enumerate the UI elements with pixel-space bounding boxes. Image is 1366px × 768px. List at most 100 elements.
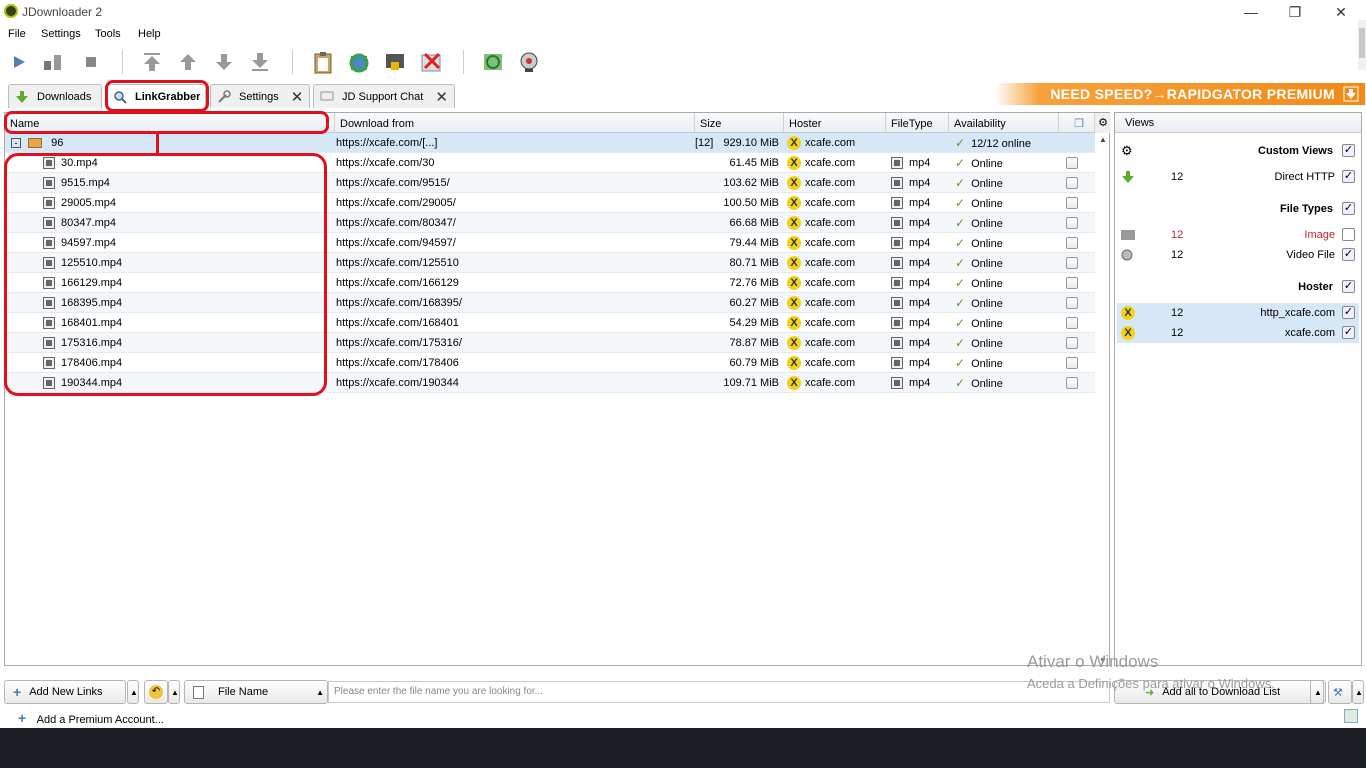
add-new-links-button[interactable]: + Add New Links [4,680,126,704]
start-icon[interactable] [6,48,32,76]
col-download-from[interactable]: Download from [335,113,695,133]
tools-icon[interactable]: ⚒ [1328,680,1352,704]
hoster-checkbox[interactable]: ✓ [1342,280,1355,293]
http-xcafe-checkbox[interactable]: ✓ [1342,306,1355,319]
collapse-icon[interactable]: - [11,138,21,149]
views-title: Views [1115,113,1361,133]
file-hoster: xcafe.com [805,217,856,229]
col-availability[interactable]: Availability [949,113,1059,133]
tab-settings-label: Settings [239,90,279,103]
annotation-files-highlight [4,153,327,396]
filetype-icon [891,317,903,330]
scroll-up-icon[interactable]: ▲ [1099,135,1107,144]
undo-icon[interactable]: ↶ [144,680,168,704]
undo-menu-arrow[interactable]: ▲ [168,680,180,704]
file-url: https://xcafe.com/9515/ [336,177,450,189]
xcafe-hoster-icon: X [787,236,801,251]
menu-tools[interactable]: Tools [95,28,121,40]
view-http-xcafe[interactable]: X 12 http_xcafe.com ✓ [1117,303,1359,323]
clear-icon[interactable] [418,48,444,76]
tab-support-chat[interactable]: JD Support Chat ✕ [313,84,455,108]
move-bottom-icon[interactable] [247,48,273,76]
pause-icon[interactable] [40,48,66,76]
premium-icon[interactable] [382,48,408,76]
view-xcafe[interactable]: X 12 xcafe.com ✓ [1117,323,1359,343]
file-size: 78.87 MiB [729,337,779,349]
col-size[interactable]: Size [695,113,784,133]
xcafe-hoster-icon: X [787,276,801,291]
stop-icon[interactable] [78,48,104,76]
add-premium-account[interactable]: + Add a Premium Account... [18,710,164,726]
row-checkbox[interactable] [1066,157,1078,170]
tab-downloads[interactable]: Downloads [8,84,102,108]
tab-settings[interactable]: Settings ✕ [210,84,310,108]
view-video-file[interactable]: 12 Video File ✓ [1117,245,1359,265]
package-count: [12] [695,137,714,149]
clipboard-icon[interactable] [310,48,336,76]
search-filter-select[interactable]: File Name ▲ [184,680,328,704]
network-icon[interactable] [516,48,542,76]
reconnect-icon[interactable] [346,48,372,76]
row-checkbox[interactable] [1066,277,1078,290]
view-direct-http[interactable]: 12 Direct HTTP ✓ [1117,167,1359,187]
table-settings-gear-icon[interactable]: ⚙ [1095,113,1111,133]
chat-icon [320,90,334,104]
column-toggle-icon[interactable]: ❐ [1059,113,1095,133]
file-type: mp4 [909,377,931,389]
file-size: 79.44 MiB [729,237,779,249]
video-file-checkbox[interactable]: ✓ [1342,248,1355,261]
move-top-icon[interactable] [139,48,165,76]
gear-icon[interactable]: ⚙ [1121,141,1133,161]
restore-icon[interactable]: ❐ [1280,2,1310,22]
premium-banner[interactable]: NEED SPEED?→RAPIDGATOR PREMIUM [995,83,1365,105]
menu-help[interactable]: Help [138,28,161,40]
add-links-menu-arrow[interactable]: ▲ [127,680,139,704]
file-availability: Online [971,378,1003,390]
table-scrollbar[interactable]: ▲ ▼ [1097,133,1109,665]
row-checkbox[interactable] [1066,377,1078,390]
custom-views-checkbox[interactable]: ✓ [1342,144,1355,157]
package-row[interactable]: - 96 https://xcafe.com/[...] [12] 929.10… [5,133,1095,153]
add-all-menu-arrow[interactable]: ▲ [1310,680,1324,704]
xcafe-checkbox[interactable]: ✓ [1342,326,1355,339]
close-icon[interactable]: ✕ [1326,2,1356,22]
view-image[interactable]: 12 Image [1117,225,1359,245]
row-checkbox[interactable] [1066,237,1078,250]
xcafe-hoster-icon: X [787,256,801,271]
update-icon[interactable] [480,48,506,76]
col-filetype[interactable]: FileType [886,113,949,133]
row-checkbox[interactable] [1066,337,1078,350]
file-hoster: xcafe.com [805,377,856,389]
status-icon[interactable] [1344,709,1358,723]
file-types-checkbox[interactable]: ✓ [1342,202,1355,215]
move-up-icon[interactable] [175,48,201,76]
row-checkbox[interactable] [1066,217,1078,230]
file-hoster: xcafe.com [805,337,856,349]
close-tab-settings-icon[interactable]: ✕ [291,88,304,106]
direct-http-checkbox[interactable]: ✓ [1342,170,1355,183]
row-checkbox[interactable] [1066,177,1078,190]
file-size: 103.62 MiB [723,177,779,189]
menu-settings[interactable]: Settings [41,28,81,40]
move-down-icon[interactable] [211,48,237,76]
col-hoster[interactable]: Hoster [784,113,886,133]
online-check-icon: ✓ [955,276,966,290]
file-availability: Online [971,218,1003,230]
image-checkbox[interactable] [1342,228,1355,241]
xcafe-hoster-icon: X [787,156,801,171]
file-types-section: File Types ✓ [1280,202,1355,215]
search-input[interactable]: Please enter the file name you are looki… [328,681,1110,703]
row-checkbox[interactable] [1066,357,1078,370]
row-checkbox[interactable] [1066,257,1078,270]
close-tab-support-icon[interactable]: ✕ [435,88,448,106]
file-hoster: xcafe.com [805,277,856,289]
minimize-icon[interactable]: — [1236,2,1266,22]
tools-menu-arrow[interactable]: ▲ [1352,680,1364,704]
row-checkbox[interactable] [1066,317,1078,330]
filetype-icon [891,277,903,290]
menu-file[interactable]: File [8,28,26,40]
package-folder-icon [28,138,43,149]
row-checkbox[interactable] [1066,297,1078,310]
file-availability: Online [971,318,1003,330]
row-checkbox[interactable] [1066,197,1078,210]
